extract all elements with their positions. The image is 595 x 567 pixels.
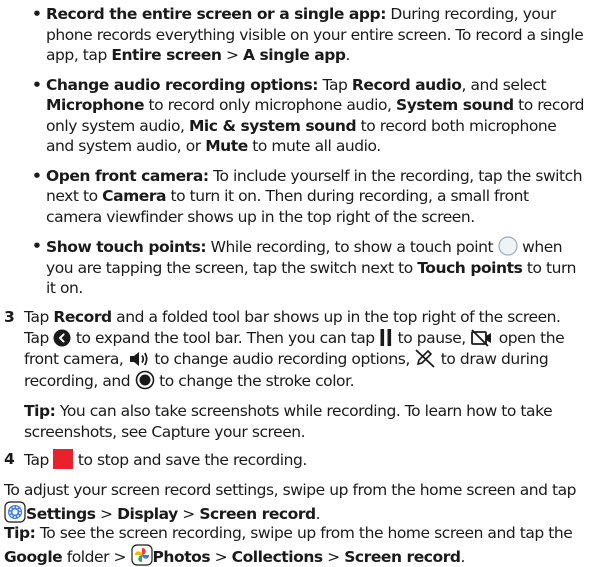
pen-off-icon — [415, 349, 435, 368]
touch-point-icon — [498, 236, 518, 256]
photos-app-icon — [130, 543, 153, 566]
bullet-audio-options: Change audio recording options: Tap Reco… — [32, 75, 587, 157]
step-3: 3 Tap Record and a folded tool bar shows… — [4, 307, 589, 442]
camera-off-icon — [471, 328, 492, 347]
expand-chevron-icon — [53, 329, 71, 346]
stop-square-icon — [53, 449, 74, 469]
step-4: 4 Tap to stop and save the recording. — [4, 449, 307, 469]
pause-icon — [380, 328, 392, 346]
bullet-front-camera: Open front camera: To include yourself i… — [32, 166, 587, 228]
step-3-tip: Tip: You can also take screenshots while… — [24, 402, 553, 441]
speaker-icon — [129, 352, 148, 366]
bullet-touch-points: Show touch points: While recording, to s… — [32, 236, 587, 299]
record-options-list: Record the entire screen or a single app… — [32, 4, 587, 308]
tip-view-recording-paragraph: Tip: To see the screen recording, swipe … — [4, 524, 573, 566]
adjust-settings-paragraph: To adjust your screen record settings, s… — [4, 481, 577, 523]
screen-record-help-page: Record the entire screen or a single app… — [0, 0, 595, 566]
settings-app-icon — [4, 500, 26, 523]
stroke-color-icon — [135, 370, 154, 389]
bullet-entire-screen: Record the entire screen or a single app… — [32, 4, 587, 66]
